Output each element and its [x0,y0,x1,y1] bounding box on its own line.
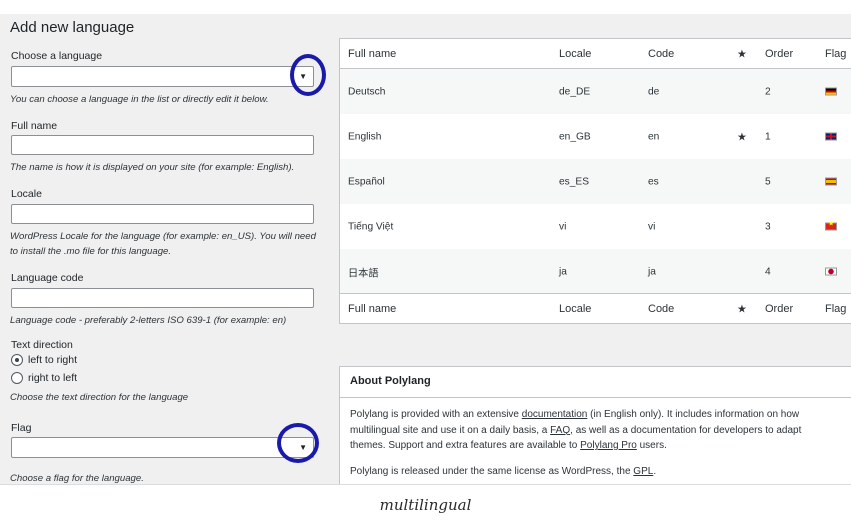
documentation-link[interactable]: documentation [522,409,588,420]
column-footer-order[interactable]: Order [765,303,793,315]
about-text: users. [636,440,667,451]
radio-ltr[interactable]: left to right [11,354,77,366]
add-language-form: Choose a language ▼ You can choose a lan… [0,14,335,484]
language-order: 4 [765,266,771,277]
language-code: es [648,176,659,187]
choose-language-description: You can choose a language in the list or… [10,94,269,105]
default-language-star-icon[interactable]: ★ [737,302,747,315]
faq-link[interactable]: FAQ [550,425,570,436]
about-polylang-box: About Polylang Polylang is provided with… [339,366,851,484]
locale-description-line2: to install the .mo file for this languag… [10,246,172,257]
default-language-star-icon[interactable]: ★ [737,47,747,60]
column-footer-flag: Flag [825,302,847,315]
table-header: Full name Locale Code ★ Order Flag [340,39,851,69]
flag-jp-icon [825,266,837,277]
full-name-description: The name is how it is displayed on your … [10,162,295,173]
table-row[interactable]: Deutsch de_DE de 2 [340,69,851,114]
flag-vn-icon [825,219,837,232]
language-order: 3 [765,221,771,232]
column-footer-code[interactable]: Code [648,303,674,315]
column-header-order[interactable]: Order [765,48,793,60]
full-name-input[interactable] [11,135,314,155]
about-text: themes. Support and extra features are a… [350,440,581,451]
polylang-pro-link[interactable]: Polylang Pro [580,440,637,451]
language-order: 5 [765,176,771,187]
about-text: , as well as a documentation for develop… [570,424,802,436]
about-paragraph-2: Polylang is released under the same lice… [350,464,850,480]
language-locale: es_ES [559,176,590,187]
language-name[interactable]: Tiếng Việt [348,221,393,232]
flag-label: Flag [11,422,32,434]
flag-description: Choose a flag for the language. [10,473,144,484]
radio-ltr-label: left to right [28,354,78,366]
text-direction-label: Text direction [11,339,73,351]
column-footer-locale[interactable]: Locale [559,303,591,315]
about-text: Polylang is released under the same lice… [350,466,634,477]
admin-screen: Add new language Choose a language ▼ You… [0,14,851,484]
language-name[interactable]: Español [348,176,385,187]
language-name[interactable]: Deutsch [348,86,385,97]
language-order: 1 [765,131,771,142]
languages-table: Full name Locale Code ★ Order Flag Deuts… [339,38,851,324]
column-header-code[interactable]: Code [648,48,674,60]
language-locale: en_GB [559,131,591,142]
radio-rtl-label: right to left [28,372,78,384]
column-header-full-name[interactable]: Full name [348,48,396,60]
full-name-label: Full name [11,120,58,132]
radio-rtl[interactable]: right to left [11,372,77,384]
about-text: . [653,466,657,477]
language-code-label: Language code [11,272,84,284]
locale-description-line1: WordPress Locale for the language (for e… [10,231,316,242]
annotation-circle [277,423,319,463]
language-code: de [648,86,660,97]
radio-ltr-button[interactable] [11,354,23,366]
table-row[interactable]: Español es_ES es 5 [340,159,851,204]
about-paragraph-1: Polylang is provided with an extensive d… [350,407,850,454]
choose-language-label: Choose a language [11,50,103,62]
default-star-icon[interactable]: ★ [737,130,747,143]
flag-es-icon [825,176,837,187]
table-row[interactable]: 日本語 ja ja 4 [340,249,851,294]
flag-select[interactable]: ▼ [11,437,314,458]
locale-label: Locale [11,188,42,200]
table-footer: Full name Locale Code ★ Order Flag [340,293,851,323]
choose-language-select[interactable]: ▼ [11,66,314,87]
language-locale: de_DE [559,86,591,97]
about-text: multilingual site and use it on a daily … [350,424,551,436]
annotation-circle [290,54,326,96]
language-locale: vi [559,221,567,232]
about-text: Polylang is provided with an extensive [350,409,522,420]
divider [340,397,851,398]
table-row[interactable]: English en_GB en ★ 1 [340,114,851,159]
flag-de-icon [825,86,837,97]
column-header-flag: Flag [825,47,847,60]
image-caption: multilingual [379,496,472,514]
language-locale: ja [559,266,567,277]
text-direction-description: Choose the text direction for the langua… [10,392,189,403]
gpl-link[interactable]: GPL [633,466,653,477]
language-name[interactable]: 日本語 [348,264,379,279]
language-order: 2 [765,86,771,97]
locale-input[interactable] [11,204,314,224]
bottom-border [0,484,851,490]
language-code: ja [648,266,656,277]
about-text: (in English only). It includes informati… [587,409,800,420]
language-code: en [648,131,660,142]
radio-rtl-button[interactable] [11,372,23,384]
flag-gb-icon [825,131,837,142]
column-footer-full-name[interactable]: Full name [348,303,396,315]
language-code-description: Language code - preferably 2-letters ISO… [10,315,287,326]
language-name[interactable]: English [348,131,381,142]
column-header-locale[interactable]: Locale [559,48,591,60]
language-code: vi [648,221,656,232]
table-row[interactable]: Tiếng Việt vi vi 3 [340,204,851,249]
about-title: About Polylang [350,375,431,387]
language-code-input[interactable] [11,288,314,308]
